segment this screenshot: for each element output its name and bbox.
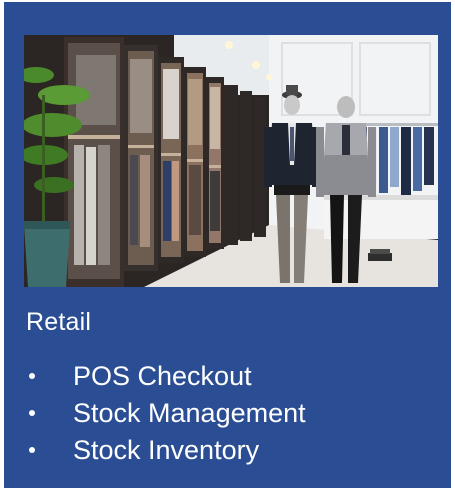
list-item-label: Stock Management [73, 398, 306, 428]
list-item: Stock Inventory [26, 432, 306, 469]
feature-list: POS Checkout Stock Management Stock Inve… [26, 358, 306, 469]
section-title: Retail [26, 308, 92, 336]
bullet-icon [29, 373, 35, 379]
list-item: POS Checkout [26, 358, 306, 395]
list-item: Stock Management [26, 395, 306, 432]
retail-card: Retail POS Checkout Stock Management Sto… [4, 2, 451, 488]
bullet-icon [29, 447, 35, 453]
bullet-icon [29, 410, 35, 416]
retail-store-photo [24, 35, 438, 287]
list-item-label: Stock Inventory [73, 435, 260, 465]
list-item-label: POS Checkout [73, 361, 252, 391]
